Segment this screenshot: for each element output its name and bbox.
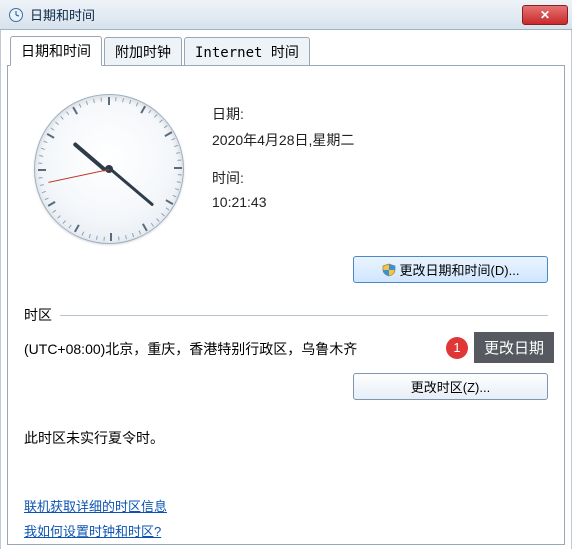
tab-datetime[interactable]: 日期和时间 (10, 36, 102, 66)
divider (60, 315, 548, 316)
tab-panel-datetime: 日期: 2020年4月28日,星期二 时间: 10:21:43 更改日期和时间(… (7, 65, 565, 545)
time-label: 时间: (212, 168, 354, 188)
change-datetime-button[interactable]: 更改日期和时间(D)... (353, 256, 548, 283)
date-value: 2020年4月28日,星期二 (212, 130, 354, 150)
tab-internet-time[interactable]: Internet 时间 (184, 37, 310, 66)
annotation-text: 更改日期 (474, 332, 554, 363)
link-detailed-tz[interactable]: 联机获取详细的时区信息 (24, 496, 167, 515)
close-icon: ✕ (540, 9, 550, 21)
window-title: 日期和时间 (30, 5, 95, 24)
datetime-info: 日期: 2020年4月28日,星期二 时间: 10:21:43 (194, 84, 354, 254)
change-timezone-button[interactable]: 更改时区(Z)... (353, 373, 548, 400)
help-links: 联机获取详细的时区信息 我如何设置时钟和时区? (24, 490, 167, 540)
timezone-section-label: 时区 (24, 305, 52, 325)
change-timezone-label: 更改时区(Z)... (411, 377, 490, 396)
date-label: 日期: (212, 104, 354, 124)
analog-clock (24, 84, 194, 254)
clock-app-icon (8, 7, 24, 23)
tab-strip: 日期和时间 附加时钟 Internet 时间 (7, 36, 565, 66)
annotation-number: 1 (446, 337, 468, 359)
annotation-callout: 1 更改日期 (446, 332, 554, 363)
link-how-to-set[interactable]: 我如何设置时钟和时区? (24, 521, 167, 540)
tab-additional-clocks[interactable]: 附加时钟 (104, 37, 182, 66)
close-button[interactable]: ✕ (522, 5, 568, 25)
time-value: 10:21:43 (212, 194, 354, 210)
dialog-content: 日期和时间 附加时钟 Internet 时间 日期: 2020年4月28日,星期… (0, 30, 572, 549)
dst-note: 此时区未实行夏令时。 (24, 428, 548, 448)
uac-shield-icon (382, 263, 396, 277)
timezone-section-header: 时区 (24, 305, 548, 325)
titlebar: 日期和时间 ✕ (0, 0, 572, 30)
change-datetime-label: 更改日期和时间(D)... (400, 260, 520, 279)
